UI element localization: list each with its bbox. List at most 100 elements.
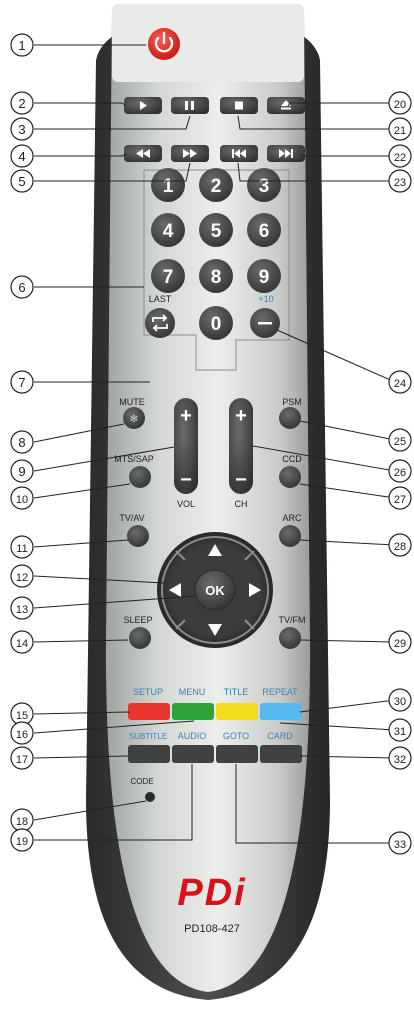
digit-button-5[interactable]: 5 bbox=[199, 213, 233, 247]
volume-rocker[interactable]: + − bbox=[174, 398, 198, 494]
setup-label: SETUP bbox=[133, 687, 163, 697]
ok-button[interactable]: OK bbox=[194, 569, 236, 611]
psm-label: PSM bbox=[282, 397, 302, 407]
subtitle-label: SUBTITLE bbox=[129, 732, 167, 741]
callout-27: 27 bbox=[388, 486, 412, 510]
tv-av-button[interactable] bbox=[127, 525, 149, 547]
callout-19: 19 bbox=[10, 828, 34, 852]
svg-text:2: 2 bbox=[18, 96, 25, 111]
svg-text:13: 13 bbox=[16, 604, 28, 616]
svg-text:4: 4 bbox=[18, 149, 25, 164]
setup-red-button[interactable] bbox=[128, 703, 170, 720]
channel-rocker[interactable]: + − bbox=[229, 398, 253, 494]
plus10-button[interactable] bbox=[250, 308, 280, 338]
svg-text:32: 32 bbox=[394, 754, 406, 766]
svg-text:1: 1 bbox=[18, 38, 25, 53]
rewind-button[interactable] bbox=[124, 145, 162, 162]
next-button[interactable] bbox=[267, 145, 305, 162]
svg-text:3: 3 bbox=[259, 176, 270, 197]
callout-30: 30 bbox=[388, 688, 412, 712]
arc-button[interactable] bbox=[279, 525, 301, 547]
power-button[interactable] bbox=[148, 28, 180, 60]
subtitle-button[interactable] bbox=[128, 745, 170, 763]
svg-text:3: 3 bbox=[18, 122, 25, 137]
svg-text:25: 25 bbox=[394, 436, 406, 448]
svg-text:11: 11 bbox=[16, 543, 27, 555]
repeat-blue-button[interactable] bbox=[260, 703, 302, 720]
callout-24: 24 bbox=[388, 370, 412, 394]
menu-green-button[interactable] bbox=[172, 703, 214, 720]
svg-text:4: 4 bbox=[163, 221, 174, 242]
goto-label: GOTO bbox=[223, 731, 249, 741]
callout-8: 8 bbox=[10, 430, 34, 454]
minus-icon: − bbox=[180, 469, 192, 491]
goto-button[interactable] bbox=[216, 745, 258, 763]
play-button[interactable] bbox=[124, 97, 162, 114]
audio-button[interactable] bbox=[172, 745, 214, 763]
pause-button[interactable] bbox=[171, 97, 209, 114]
mute-label: MUTE bbox=[119, 397, 145, 407]
mute-button[interactable]: ✻ bbox=[123, 407, 145, 429]
brand-logo: PDi bbox=[177, 872, 246, 914]
svg-text:30: 30 bbox=[394, 696, 406, 708]
svg-text:22: 22 bbox=[394, 152, 406, 164]
callout-3: 3 bbox=[10, 117, 34, 141]
callout-11: 11 bbox=[10, 535, 34, 559]
svg-text:24: 24 bbox=[394, 378, 406, 390]
svg-text:26: 26 bbox=[394, 467, 406, 479]
mts-sap-label: MTS/SAP bbox=[114, 454, 154, 464]
svg-text:10: 10 bbox=[16, 494, 28, 506]
callout-17: 17 bbox=[10, 746, 34, 770]
digit-button-0[interactable]: 0 bbox=[199, 306, 233, 340]
eject-button[interactable] bbox=[267, 97, 305, 114]
callout-6: 6 bbox=[10, 275, 34, 299]
card-button[interactable] bbox=[260, 745, 302, 763]
stop-button[interactable] bbox=[220, 97, 258, 114]
ccd-button[interactable] bbox=[279, 466, 301, 488]
svg-text:23: 23 bbox=[394, 177, 406, 189]
tv-fm-label: TV/FM bbox=[279, 615, 306, 625]
stop-icon bbox=[235, 101, 243, 110]
svg-text:29: 29 bbox=[394, 638, 406, 650]
digit-button-6[interactable]: 6 bbox=[247, 213, 281, 247]
digit-button-1[interactable]: 1 bbox=[151, 168, 185, 202]
svg-text:5: 5 bbox=[18, 174, 25, 189]
code-label: CODE bbox=[130, 777, 153, 786]
minus-icon: − bbox=[235, 469, 247, 491]
svg-text:5: 5 bbox=[211, 221, 222, 242]
minus-icon bbox=[258, 322, 272, 325]
callout-25: 25 bbox=[388, 428, 412, 452]
plus10-label: +10 bbox=[258, 294, 273, 304]
mute-icon: ✻ bbox=[130, 414, 138, 425]
mts-sap-button[interactable] bbox=[129, 466, 151, 488]
digit-button-9[interactable]: 9 bbox=[247, 259, 281, 293]
tv-fm-button[interactable] bbox=[279, 627, 301, 649]
digit-button-8[interactable]: 8 bbox=[199, 259, 233, 293]
svg-text:14: 14 bbox=[16, 638, 28, 650]
code-button[interactable] bbox=[145, 792, 155, 802]
digit-button-3[interactable]: 3 bbox=[247, 168, 281, 202]
title-label: TITLE bbox=[224, 687, 249, 697]
menu-label: MENU bbox=[179, 687, 206, 697]
svg-text:8: 8 bbox=[211, 267, 222, 288]
callout-18: 18 bbox=[10, 808, 34, 832]
previous-button[interactable] bbox=[220, 145, 258, 162]
callout-21: 21 bbox=[388, 117, 412, 141]
digit-button-4[interactable]: 4 bbox=[151, 213, 185, 247]
psm-button[interactable] bbox=[279, 407, 301, 429]
remote-diagram: 1 2 3 4 5 6 7 8 9 0 LAST +10 MUTE ✻ PSM … bbox=[10, 4, 412, 1000]
last-button[interactable] bbox=[145, 308, 175, 338]
svg-text:9: 9 bbox=[18, 464, 25, 479]
svg-text:28: 28 bbox=[394, 541, 406, 553]
svg-text:17: 17 bbox=[16, 754, 28, 766]
fast-forward-button[interactable] bbox=[171, 145, 209, 162]
svg-text:OK: OK bbox=[205, 583, 225, 598]
sleep-button[interactable] bbox=[129, 627, 151, 649]
digit-button-7[interactable]: 7 bbox=[151, 259, 185, 293]
title-yellow-button[interactable] bbox=[216, 703, 258, 720]
svg-text:7: 7 bbox=[163, 267, 174, 288]
callout-13: 13 bbox=[10, 596, 34, 620]
model-number: PD108-427 bbox=[184, 923, 240, 935]
tv-av-label: TV/AV bbox=[119, 513, 144, 523]
digit-button-2[interactable]: 2 bbox=[199, 168, 233, 202]
